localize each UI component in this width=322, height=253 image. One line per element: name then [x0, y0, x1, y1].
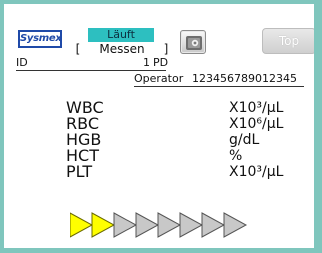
result-row-hct: HCT %: [4, 148, 314, 165]
mode-bracket-open: [: [75, 42, 81, 56]
analyzer-screen: Sysmex Läuft [ Messen ] Top ID 1 PD Oper…: [4, 4, 314, 248]
operator-underline: [134, 86, 304, 87]
mode-bracket-close: ]: [163, 42, 169, 56]
status-badge: Läuft: [88, 28, 154, 42]
analyzer-icon: [186, 36, 202, 50]
parameter-unit: X10³/μL: [229, 100, 284, 116]
parameter-unit: %: [229, 148, 243, 164]
result-row-plt: PLT X10³/μL: [4, 162, 314, 181]
result-row-rbc: RBC X10⁶/μL: [4, 116, 314, 133]
measurement-progress: [70, 212, 248, 238]
sysmex-logo: Sysmex: [18, 30, 62, 48]
parameter-unit: X10³/μL: [229, 164, 284, 180]
id-label: ID: [16, 56, 28, 69]
progress-arrow-pending: [179, 212, 204, 238]
result-row-wbc: WBC X10³/μL: [4, 100, 314, 117]
operator-value: 123456789012345: [192, 72, 297, 85]
progress-arrow-pending: [113, 212, 138, 238]
id-underline: [16, 70, 166, 71]
progress-arrow-pending: [223, 212, 248, 238]
analyzer-button[interactable]: [180, 30, 206, 54]
result-row-hgb: HGB g/dL: [4, 132, 314, 149]
parameter-unit: g/dL: [229, 132, 260, 148]
top-button[interactable]: Top: [262, 28, 314, 54]
id-value: 1: [143, 56, 150, 69]
parameter-name: PLT: [66, 162, 93, 181]
mode-indicator: [ Messen ]: [74, 41, 170, 57]
mode-label: Messen: [99, 42, 145, 56]
parameter-unit: X10⁶/μL: [229, 116, 284, 132]
progress-arrow-pending: [201, 212, 226, 238]
progress-arrow-complete: [91, 212, 116, 238]
pd-label: PD: [153, 56, 169, 69]
progress-arrow-pending: [135, 212, 160, 238]
progress-arrow-pending: [157, 212, 182, 238]
device-frame: Sysmex Läuft [ Messen ] Top ID 1 PD Oper…: [0, 0, 322, 253]
operator-label: Operator: [134, 72, 184, 85]
progress-arrow-complete: [70, 212, 94, 238]
